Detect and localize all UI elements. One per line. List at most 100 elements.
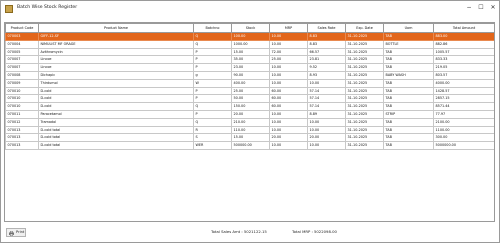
batchno-cell: S bbox=[193, 133, 232, 143]
product-code-cell: 070005 bbox=[5, 47, 39, 57]
sales-rate-cell: 9.52 bbox=[307, 63, 346, 72]
total-amount-cell: 1428.57 bbox=[433, 86, 494, 96]
table-row[interactable]: 070010 D-cold Q 150.00 60.00 57.14 31-10-2025 T… bbox=[5, 102, 494, 111]
total-amount-cell: 4000.00 bbox=[433, 78, 494, 88]
uom-cell: TAB bbox=[383, 94, 434, 104]
column-header-exp-date[interactable]: Exp. Date bbox=[345, 23, 384, 33]
mrp-cell: 10.00 bbox=[269, 117, 308, 127]
mrp-cell: 10.00 bbox=[269, 141, 308, 150]
sales-rate-cell: 8.83 bbox=[307, 39, 346, 49]
total-amount-cell: 300.00 bbox=[433, 133, 494, 143]
batchno-cell: P bbox=[193, 55, 232, 65]
product-name-cell: Paracetamol bbox=[38, 109, 194, 119]
mrp-cell: 10.00 bbox=[269, 63, 308, 72]
table-body: 070003 GIFF-12-SF Q 100.00 10.00 8.83 31-10-20… bbox=[5, 32, 494, 150]
sales-rate-cell: 10.00 bbox=[307, 141, 346, 150]
minimize-button[interactable]: − bbox=[463, 3, 475, 13]
uom-cell: TAB bbox=[383, 47, 434, 57]
product-name-cell: NIMULIST MF ORAGE bbox=[38, 39, 194, 49]
product-name-cell: D-cold total bbox=[38, 133, 194, 143]
total-amount-cell: 1005.57 bbox=[433, 47, 494, 57]
column-header-mrp[interactable]: MRP bbox=[269, 23, 308, 33]
sales-rate-cell: 20.00 bbox=[307, 133, 346, 143]
product-code-cell: 070013 bbox=[5, 125, 39, 135]
sales-rate-cell: 10.00 bbox=[307, 125, 346, 135]
uom-cell: TAB bbox=[383, 55, 434, 65]
sales-rate-cell: 57.14 bbox=[307, 94, 346, 104]
sales-rate-cell: 8.93 bbox=[307, 70, 346, 80]
uom-cell: TAB bbox=[383, 125, 434, 135]
exp-date-cell: 31-10-2025 bbox=[345, 55, 384, 65]
table-row[interactable]: 070005 Azithromycin P 15.00 72.00 66.57 31-10-… bbox=[5, 47, 494, 57]
product-name-cell: D-cold bbox=[38, 94, 194, 104]
column-header-sales-rate[interactable]: Sales Rate bbox=[307, 23, 346, 33]
table-row[interactable]: 070007 Lincoe P 23.00 10.00 9.52 31-10-2025 TAB… bbox=[5, 63, 494, 72]
product-name-cell: D-cold bbox=[38, 102, 194, 111]
table-row[interactable]: 070013 D-cold total WER 500000.00 10.00 10.00… bbox=[5, 141, 494, 150]
exp-date-cell: 31-10-2025 bbox=[345, 63, 384, 72]
total-amount-cell: 77.97 bbox=[433, 109, 494, 119]
table-row[interactable]: 070008 Dichapic g 90.00 10.00 8.93 31-10-2025 B… bbox=[5, 70, 494, 80]
product-code-cell: 070010 bbox=[5, 94, 39, 104]
product-code-cell: 070010 bbox=[5, 86, 39, 96]
product-name-cell: Dichapic bbox=[38, 70, 194, 80]
column-header-product-code[interactable]: Product Code bbox=[5, 23, 39, 33]
column-header-total-amount[interactable]: Total Amount bbox=[433, 23, 494, 33]
table-row[interactable]: 070010 D-cold P 25.00 60.00 57.14 31-10-2025 TA… bbox=[5, 86, 494, 96]
table-row[interactable]: 070007 Lincoe P 35.00 25.00 23.81 31-10-2025 TA… bbox=[5, 55, 494, 65]
stock-cell: 500000.00 bbox=[231, 141, 270, 150]
stock-cell: 210.00 bbox=[231, 117, 270, 127]
uom-cell: TAB bbox=[383, 86, 434, 96]
batchno-cell: WER bbox=[193, 141, 232, 150]
table-row[interactable]: 070003 GIFF-12-SF Q 100.00 10.00 8.83 31-10-20… bbox=[5, 32, 494, 41]
batchno-cell: P bbox=[193, 47, 232, 57]
product-code-cell: 070011 bbox=[5, 109, 39, 119]
exp-date-cell: 31-10-2025 bbox=[345, 39, 384, 49]
uom-cell: TAB bbox=[383, 32, 434, 41]
close-button[interactable]: ✕ bbox=[487, 3, 499, 13]
mrp-cell: 60.00 bbox=[269, 94, 308, 104]
exp-date-cell: 31-10-2025 bbox=[345, 109, 384, 119]
total-amount-cell: 2857.15 bbox=[433, 94, 494, 104]
batchno-cell: P bbox=[193, 94, 232, 104]
column-header-product-name[interactable]: Product Name bbox=[38, 23, 194, 33]
printer-icon bbox=[9, 230, 14, 236]
print-button[interactable]: Print bbox=[6, 228, 26, 237]
mrp-cell: 10.00 bbox=[269, 32, 308, 41]
stock-cell: 400.00 bbox=[231, 78, 270, 88]
title-bar[interactable]: Batch Wise Stock Register − ☐ ✕ bbox=[1, 1, 499, 17]
maximize-button[interactable]: ☐ bbox=[475, 3, 487, 13]
stock-grid[interactable]: Product Code Product Name Batchno Stock … bbox=[4, 22, 495, 222]
product-code-cell: 070013 bbox=[5, 133, 39, 143]
stock-cell: 100.00 bbox=[231, 32, 270, 41]
exp-date-cell: 31-10-2025 bbox=[345, 70, 384, 80]
table-row[interactable]: 070011 Paracetamol P 20.00 10.00 8.89 31-10-20… bbox=[5, 109, 494, 119]
table-row[interactable]: 070010 D-cold P 50.00 60.00 57.14 31-10-2025 TA… bbox=[5, 94, 494, 104]
exp-date-cell: 31-10-2025 bbox=[345, 141, 384, 150]
exp-date-cell: 31-10-2025 bbox=[345, 133, 384, 143]
table-row[interactable]: 070013 D-cold total R 110.00 10.00 10.00 31-10… bbox=[5, 125, 494, 135]
stock-cell: 110.00 bbox=[231, 125, 270, 135]
stock-cell: 20.00 bbox=[231, 109, 270, 119]
column-header-uom[interactable]: Uom bbox=[383, 23, 434, 33]
stock-cell: 50.00 bbox=[231, 94, 270, 104]
product-code-cell: 070008 bbox=[5, 70, 39, 80]
column-header-stock[interactable]: Stock bbox=[231, 23, 270, 33]
stock-cell: 25.00 bbox=[231, 86, 270, 96]
table-row[interactable]: 070013 D-cold total S 15.00 20.00 20.00 31-10-… bbox=[5, 133, 494, 143]
total-amount-cell: 5000000.00 bbox=[433, 141, 494, 150]
table-row[interactable]: 070009 Thirdumol W 400.00 10.00 10.00 31-10-20… bbox=[5, 78, 494, 88]
sales-rate-cell: 8.83 bbox=[307, 32, 346, 41]
product-code-cell: 070004 bbox=[5, 39, 39, 49]
total-amount-cell: 883.00 bbox=[433, 32, 494, 41]
batchno-cell: g bbox=[193, 70, 232, 80]
product-name-cell: Thirdumol bbox=[38, 78, 194, 88]
sales-rate-cell: 57.14 bbox=[307, 86, 346, 96]
column-header-batchno[interactable]: Batchno bbox=[193, 23, 232, 33]
batch-wise-stock-register-window: Batch Wise Stock Register − ☐ ✕ Product … bbox=[0, 0, 500, 243]
table-row[interactable]: 070004 NIMULIST MF ORAGE Q 1000.00 10.00 8.83… bbox=[5, 39, 494, 49]
table-row[interactable]: 070012 Tramadol Q 210.00 10.00 10.00 31-10-202… bbox=[5, 117, 494, 127]
stock-cell: 15.00 bbox=[231, 133, 270, 143]
product-name-cell: D-cold total bbox=[38, 125, 194, 135]
product-name-cell: Lincoe bbox=[38, 63, 194, 72]
